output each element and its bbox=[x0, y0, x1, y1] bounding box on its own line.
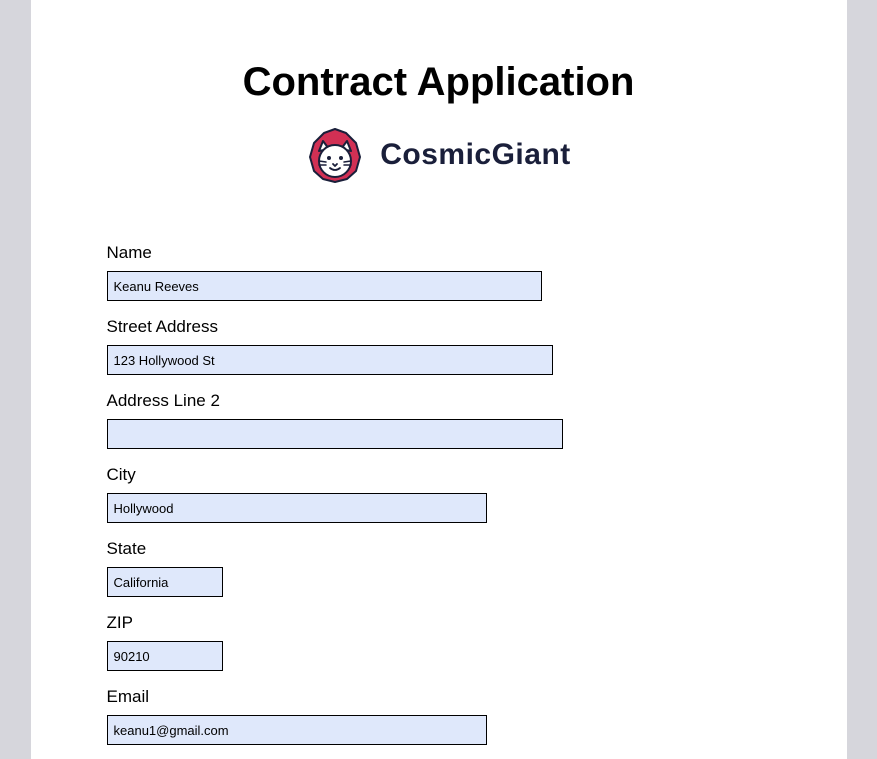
form-group-line2: Address Line 2 bbox=[107, 391, 771, 449]
street-input[interactable] bbox=[107, 345, 553, 375]
state-label: State bbox=[107, 539, 771, 559]
form-group-name: Name bbox=[107, 243, 771, 301]
form-group-city: City bbox=[107, 465, 771, 523]
page-title: Contract Application bbox=[107, 60, 771, 105]
brand-logo-row: CosmicGiant bbox=[107, 127, 771, 183]
state-input[interactable] bbox=[107, 567, 223, 597]
form-group-street: Street Address bbox=[107, 317, 771, 375]
name-label: Name bbox=[107, 243, 771, 263]
street-label: Street Address bbox=[107, 317, 771, 337]
document-page: Contract Application CosmicGiant Name bbox=[31, 0, 847, 759]
form-group-zip: ZIP bbox=[107, 613, 771, 671]
city-input[interactable] bbox=[107, 493, 487, 523]
line2-input[interactable] bbox=[107, 419, 563, 449]
brand-cat-icon bbox=[306, 127, 364, 183]
form-group-state: State bbox=[107, 539, 771, 597]
name-input[interactable] bbox=[107, 271, 542, 301]
zip-input[interactable] bbox=[107, 641, 223, 671]
zip-label: ZIP bbox=[107, 613, 771, 633]
email-input[interactable] bbox=[107, 715, 487, 745]
form-group-email: Email bbox=[107, 687, 771, 745]
brand-name: CosmicGiant bbox=[380, 138, 571, 172]
line2-label: Address Line 2 bbox=[107, 391, 771, 411]
email-label: Email bbox=[107, 687, 771, 707]
city-label: City bbox=[107, 465, 771, 485]
